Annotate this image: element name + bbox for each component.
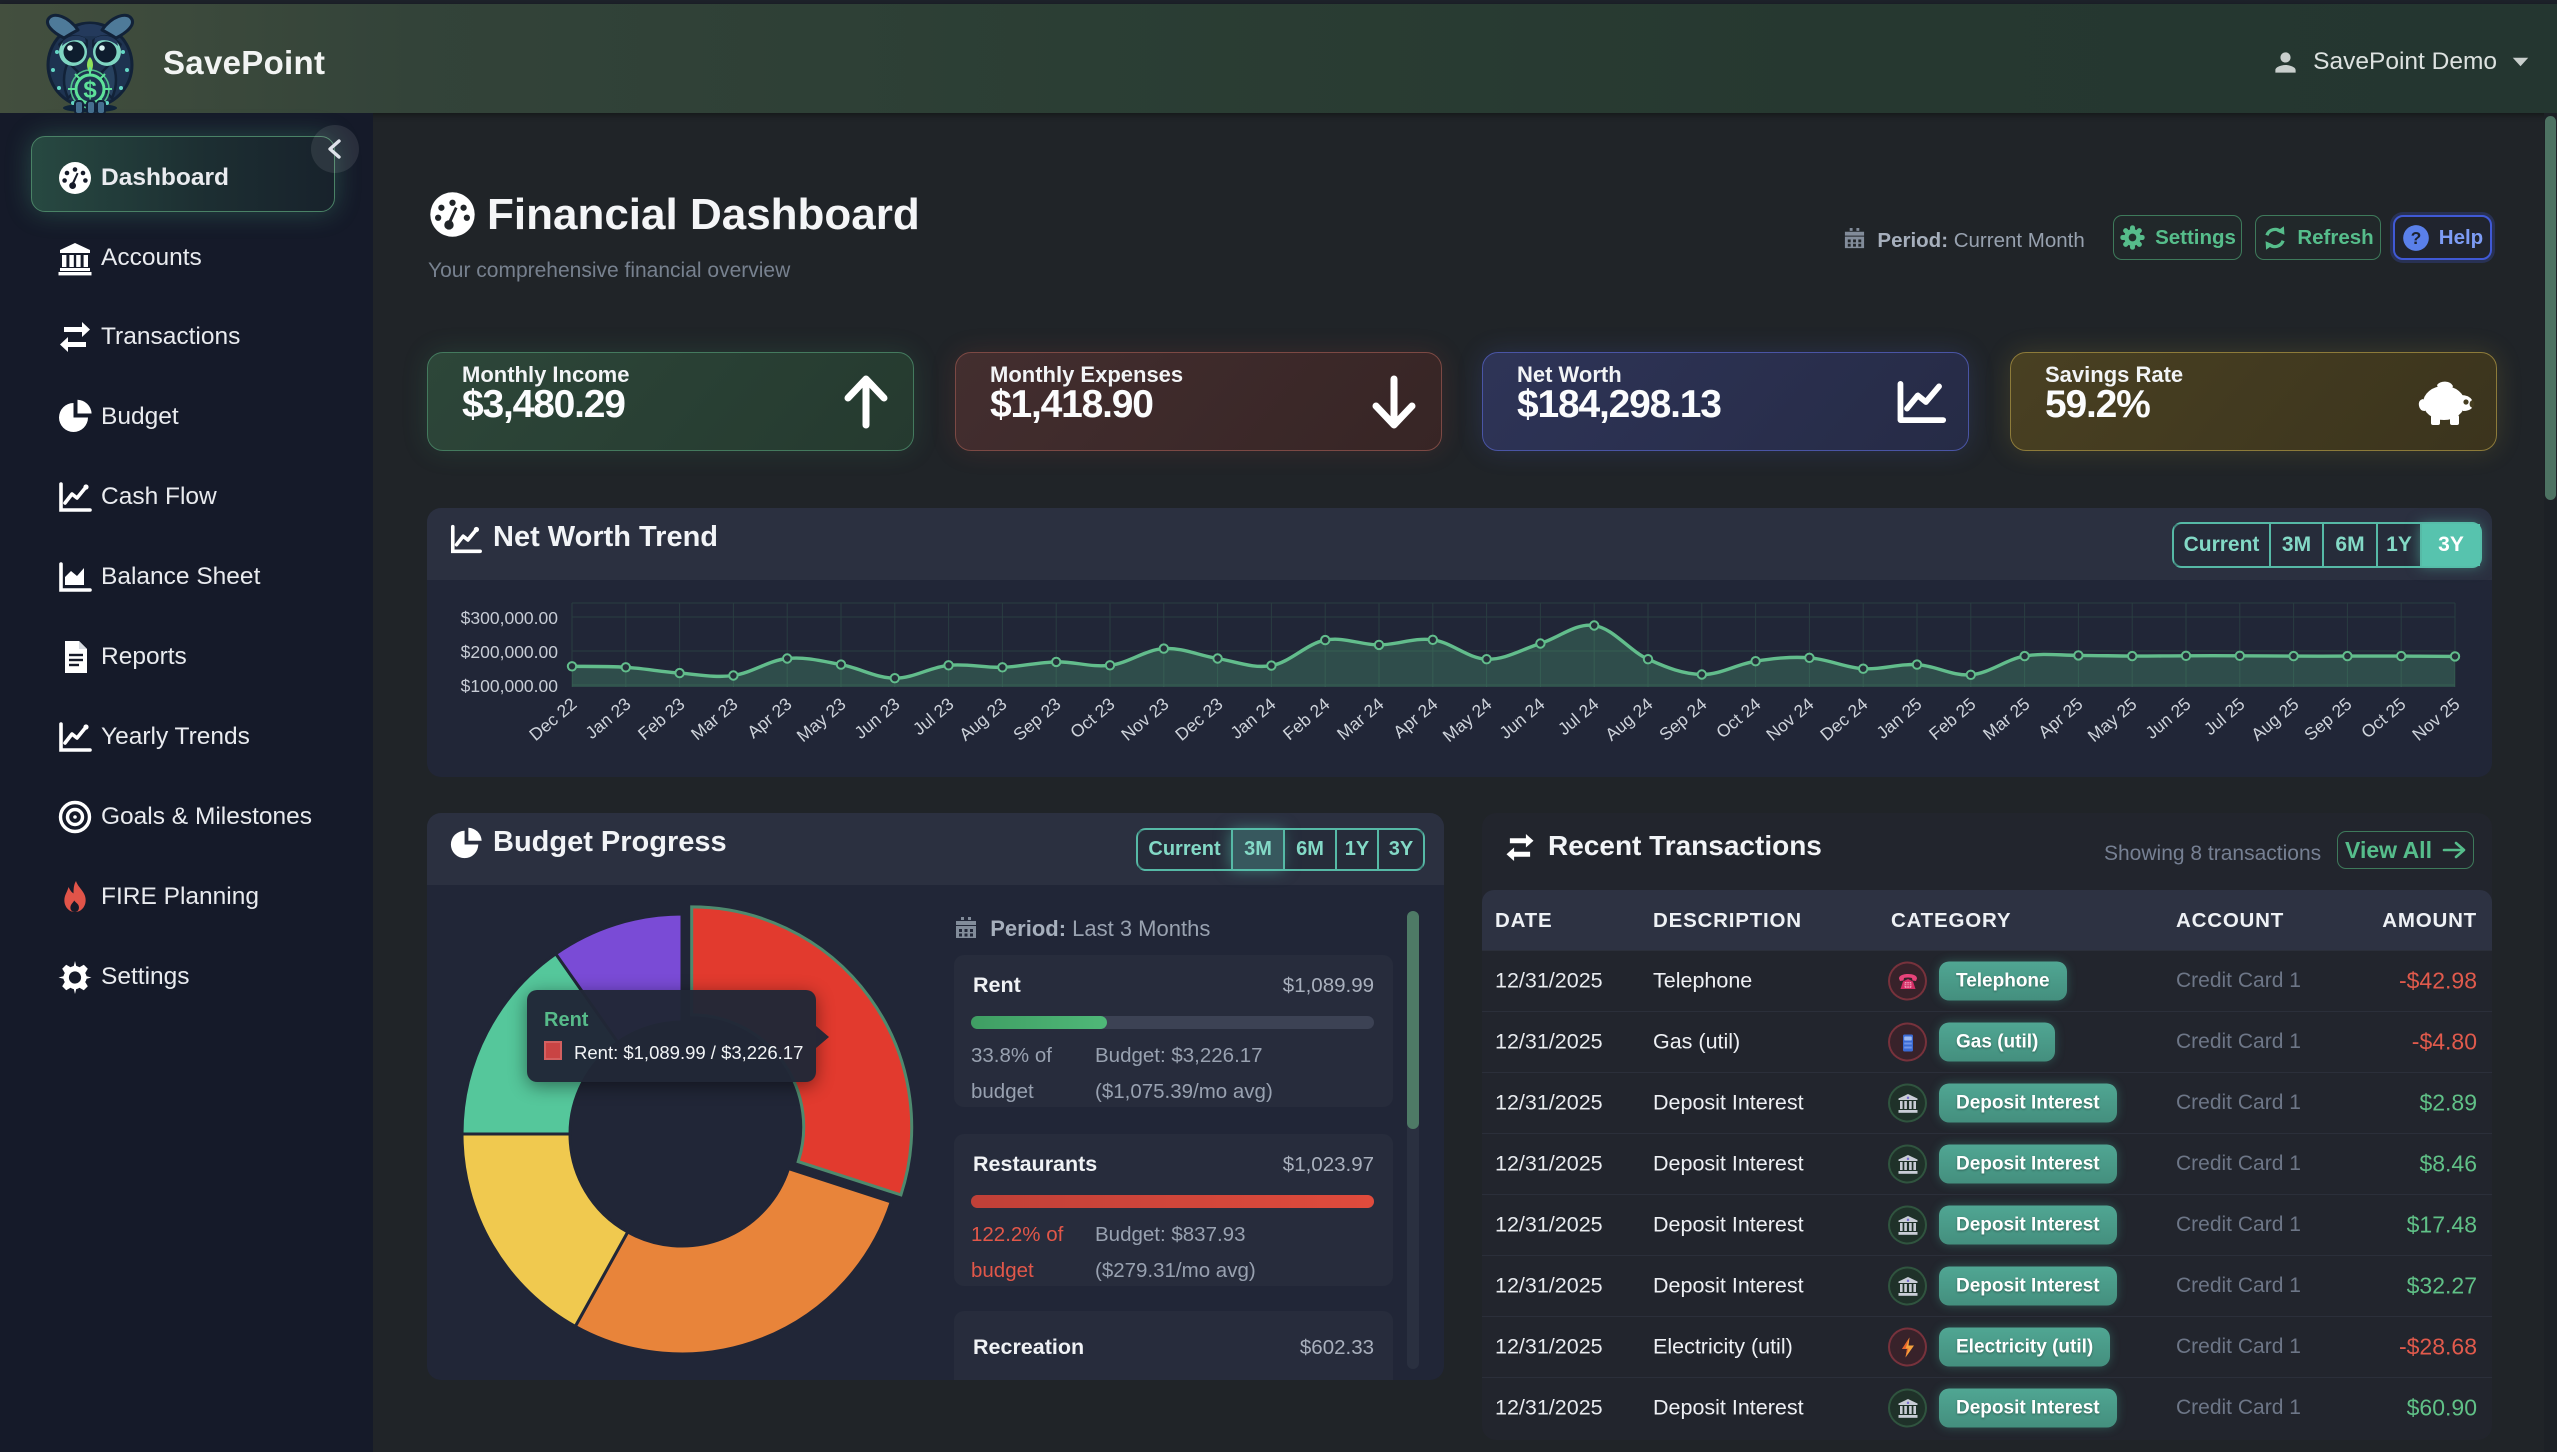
svg-text:Nov 24: Nov 24: [1762, 694, 1818, 745]
svg-text:Jun 23: Jun 23: [850, 694, 903, 743]
svg-text:Sep 25: Sep 25: [2300, 694, 2355, 745]
svg-text:Dec 23: Dec 23: [1171, 694, 1226, 745]
svg-text:May 25: May 25: [2084, 694, 2141, 746]
svg-text:May 24: May 24: [1439, 694, 1496, 746]
svg-text:May 23: May 23: [793, 694, 850, 746]
svg-text:Jul 25: Jul 25: [2200, 694, 2249, 739]
svg-text:Apr 25: Apr 25: [2034, 694, 2086, 742]
svg-text:Feb 23: Feb 23: [634, 694, 689, 744]
svg-text:Dec 22: Dec 22: [525, 694, 580, 745]
svg-text:$300,000.00: $300,000.00: [461, 608, 559, 628]
svg-text:Jan 24: Jan 24: [1226, 694, 1279, 743]
svg-text:Dec 24: Dec 24: [1816, 694, 1872, 745]
svg-text:Jan 23: Jan 23: [581, 694, 634, 743]
svg-text:Aug 25: Aug 25: [2247, 694, 2302, 745]
svg-text:Jan 25: Jan 25: [1872, 694, 1925, 743]
svg-text:Sep 24: Sep 24: [1655, 694, 1711, 745]
svg-text:Feb 25: Feb 25: [1925, 694, 1980, 744]
svg-text:Feb 24: Feb 24: [1279, 694, 1334, 745]
svg-text:Nov 25: Nov 25: [2408, 694, 2463, 745]
svg-text:Mar 23: Mar 23: [687, 694, 742, 744]
svg-text:Jun 24: Jun 24: [1495, 694, 1548, 743]
svg-text:Oct 25: Oct 25: [2357, 694, 2409, 742]
svg-text:Aug 23: Aug 23: [955, 694, 1010, 745]
svg-text:$100,000.00: $100,000.00: [461, 676, 559, 696]
svg-text:Aug 24: Aug 24: [1601, 694, 1657, 745]
svg-text:Oct 23: Oct 23: [1066, 694, 1118, 742]
svg-text:Apr 24: Apr 24: [1389, 694, 1442, 743]
svg-text:Oct 24: Oct 24: [1712, 694, 1765, 743]
svg-text:Mar 25: Mar 25: [1979, 694, 2034, 744]
svg-text:Mar 24: Mar 24: [1333, 694, 1388, 745]
svg-text:Jul 24: Jul 24: [1554, 694, 1603, 740]
svg-text:Sep 23: Sep 23: [1009, 694, 1064, 745]
svg-text:Apr 23: Apr 23: [743, 694, 795, 742]
svg-text:$200,000.00: $200,000.00: [461, 642, 559, 662]
svg-text:Jul 23: Jul 23: [909, 694, 958, 739]
svg-text:Nov 23: Nov 23: [1117, 694, 1172, 745]
svg-text:$: $: [83, 77, 97, 104]
svg-text:?: ?: [2410, 227, 2421, 247]
svg-text:Jun 25: Jun 25: [2141, 694, 2194, 743]
